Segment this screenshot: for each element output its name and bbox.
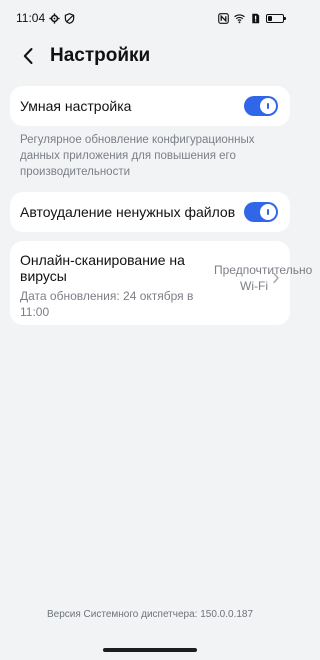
auto-delete-card[interactable]: Автоудаление ненужных файлов [10, 192, 290, 232]
status-right [218, 12, 286, 24]
virus-scan-setting: Предпочтительно Wi-Fi [214, 262, 313, 294]
virus-scan-title: Онлайн-сканирование на вирусы [20, 252, 185, 284]
nfc-icon [218, 12, 229, 24]
shield-icon [64, 12, 75, 24]
toggle-knob [260, 98, 276, 114]
auto-delete-toggle[interactable] [244, 202, 278, 222]
virus-scan-update-date: Дата обновления: 24 октября в 11:00 [20, 289, 194, 319]
virus-scan-text: Онлайн-сканирование на вирусы Дата обнов… [20, 252, 195, 320]
smart-settings-card[interactable]: Умная настройка [10, 86, 290, 126]
chevron-left-icon[interactable] [18, 46, 38, 66]
app-header: Настройки [0, 36, 300, 76]
virus-scan-value: Предпочтительно Wi-Fi [214, 263, 313, 293]
virus-scan-card[interactable]: Онлайн-сканирование на вирусы Дата обнов… [10, 241, 313, 325]
status-time: 11:04 [16, 11, 46, 25]
status-bar: 11:04 [0, 0, 300, 36]
smart-settings-description: Регулярное обновление конфигурационных д… [20, 134, 255, 178]
smart-settings-toggle[interactable] [244, 96, 278, 116]
battery-icon [266, 13, 286, 23]
status-left: 11:04 [16, 11, 75, 25]
page-title: Настройки [50, 45, 151, 66]
sim-card-icon [252, 13, 260, 23]
chevron-right-icon [273, 272, 279, 284]
toggle-knob [260, 204, 276, 220]
smart-settings-label: Умная настройка [20, 98, 132, 114]
battery-fill [268, 15, 272, 21]
wifi-icon [234, 13, 245, 23]
home-indicator[interactable] [103, 648, 197, 652]
version-text: Версия Системного диспетчера: 150.0.0.18… [46, 609, 254, 620]
gear-icon [49, 12, 60, 24]
auto-delete-label: Автоудаление ненужных файлов [20, 204, 236, 220]
